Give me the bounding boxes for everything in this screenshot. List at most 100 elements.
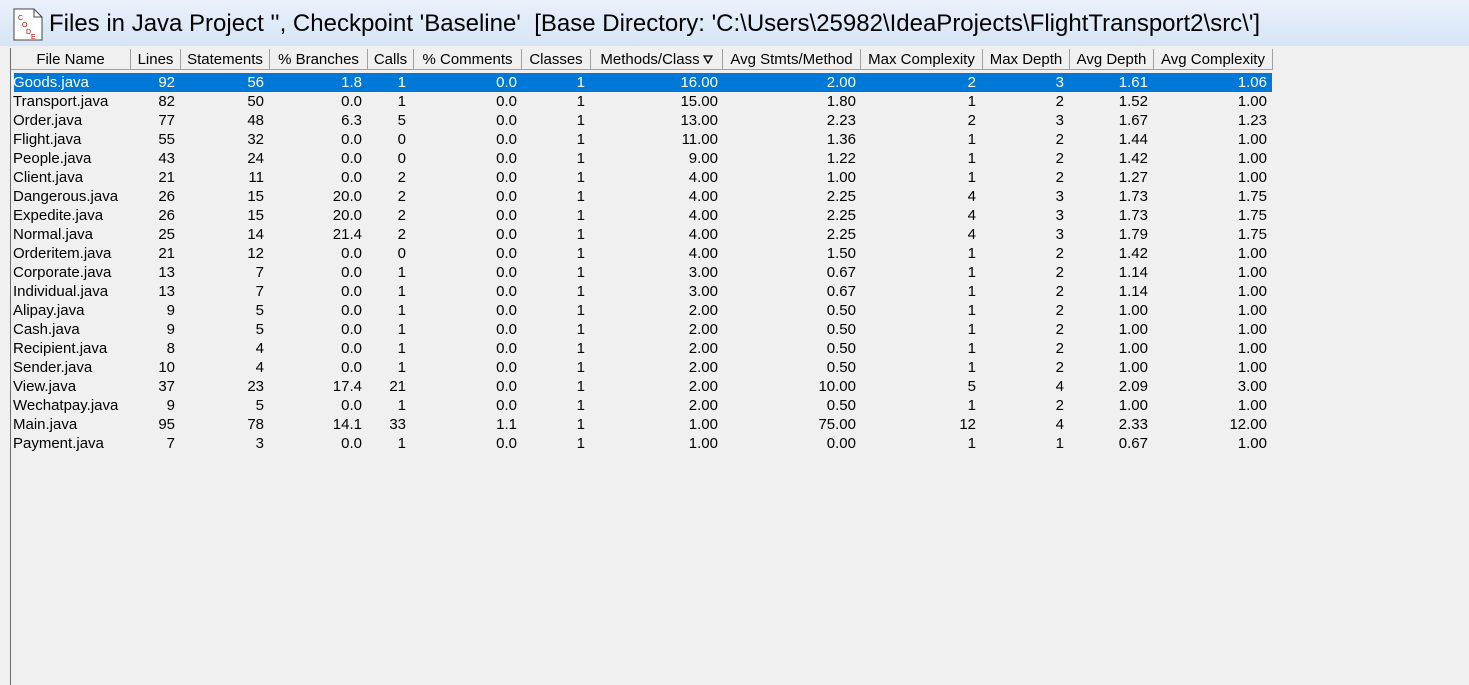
cell-methods-class: 2.00 xyxy=(688,302,718,319)
cell-file-name: Individual.java xyxy=(13,283,109,300)
cell-avg-complexity: 1.06 xyxy=(1237,74,1267,91)
cell-methods-class: 11.00 xyxy=(681,131,718,148)
cell-lines: 77 xyxy=(158,112,175,129)
column-header-avg-depth[interactable]: Avg Depth xyxy=(1070,49,1154,70)
cell-lines: 7 xyxy=(166,435,175,452)
cell-avg-stmts-method: 0.00 xyxy=(826,435,856,452)
table-row[interactable]: Recipient.java 8 4 0.0 1 0.0 1 2.00 0.50 1 2 1.00 1.… xyxy=(13,339,1272,358)
cell-file-name: Transport.java xyxy=(13,93,109,110)
table-row[interactable]: Order.java 77 48 6.3 5 0.0 1 13.00 2.23 2 3 1.67 1.2… xyxy=(13,111,1272,130)
table-row[interactable]: Main.java 95 78 14.1 33 1.1 1 1.00 75.00 12 4 2.33 1… xyxy=(13,415,1272,434)
cell-calls: 1 xyxy=(397,264,406,281)
cell-max-complexity: 1 xyxy=(967,264,976,281)
cell-methods-class: 3.00 xyxy=(688,264,718,281)
cell-avg-complexity: 1.00 xyxy=(1237,302,1267,319)
cell-methods-class: 4.00 xyxy=(688,188,718,205)
cell-pct-branches: 17.4 xyxy=(332,378,362,395)
cell-file-name: Flight.java xyxy=(13,131,82,148)
table-row[interactable]: Normal.java 25 14 21.4 2 0.0 1 4.00 2.25 4 3 1.79 1.… xyxy=(13,225,1272,244)
cell-statements: 48 xyxy=(247,112,264,129)
cell-pct-branches: 20.0 xyxy=(332,207,362,224)
table-row[interactable]: Wechatpay.java 9 5 0.0 1 0.0 1 2.00 0.50 1 2 1.00 1.… xyxy=(13,396,1272,415)
table-row[interactable]: Dangerous.java 26 15 20.0 2 0.0 1 4.00 2.25 4 3 1.7… xyxy=(13,187,1272,206)
column-header-calls[interactable]: Calls xyxy=(368,49,414,70)
column-header-max-complexity[interactable]: Max Complexity xyxy=(861,49,983,70)
table-row[interactable]: Client.java 21 11 0.0 2 0.0 1 4.00 1.00 1 2 1.27 1.0… xyxy=(13,168,1272,187)
table-row[interactable]: Goods.java 92 56 1.8 1 0.0 1 16.00 2.00 2 3 1.61 1.0… xyxy=(13,73,1272,92)
cell-classes: 1 xyxy=(576,245,585,262)
column-header-lines[interactable]: Lines xyxy=(131,49,181,70)
cell-statements: 11 xyxy=(248,169,264,186)
cell-max-depth: 2 xyxy=(1055,340,1064,357)
cell-pct-branches: 0.0 xyxy=(341,93,362,110)
cell-pct-comments: 0.0 xyxy=(496,226,517,243)
table-row[interactable]: Expedite.java 26 15 20.0 2 0.0 1 4.00 2.25 4 3 1.73… xyxy=(13,206,1272,225)
cell-avg-complexity: 1.00 xyxy=(1237,245,1267,262)
column-header-statements[interactable]: Statements xyxy=(181,49,270,70)
table-row[interactable]: Alipay.java 9 5 0.0 1 0.0 1 2.00 0.50 1 2 1.00 1.00 xyxy=(13,301,1272,320)
cell-classes: 1 xyxy=(576,397,585,414)
cell-max-depth: 2 xyxy=(1055,131,1064,148)
cell-lines: 10 xyxy=(158,359,175,376)
cell-methods-class: 4.00 xyxy=(688,226,718,243)
table-row[interactable]: Cash.java 9 5 0.0 1 0.0 1 2.00 0.50 1 2 1.00 1.00 xyxy=(13,320,1272,339)
column-header-pct-branches[interactable]: % Branches xyxy=(270,49,368,70)
cell-avg-depth: 1.73 xyxy=(1118,188,1148,205)
cell-avg-complexity: 1.00 xyxy=(1237,169,1267,186)
cell-calls: 21 xyxy=(389,378,406,395)
cell-classes: 1 xyxy=(576,188,585,205)
cell-max-depth: 2 xyxy=(1055,283,1064,300)
table-row[interactable]: Individual.java 13 7 0.0 1 0.0 1 3.00 0.67 1 2 1.14… xyxy=(13,282,1272,301)
cell-calls: 1 xyxy=(397,340,406,357)
cell-pct-branches: 0.0 xyxy=(341,169,362,186)
cell-file-name: Normal.java xyxy=(13,226,94,243)
column-header-pct-comments[interactable]: % Comments xyxy=(414,49,522,70)
table-row[interactable]: Transport.java 82 50 0.0 1 0.0 1 15.00 1.80 1 2 1.5… xyxy=(13,92,1272,111)
cell-file-name: Corporate.java xyxy=(13,264,112,281)
cell-statements: 7 xyxy=(255,264,264,281)
cell-avg-depth: 2.09 xyxy=(1118,378,1148,395)
cell-avg-depth: 0.67 xyxy=(1118,435,1148,452)
column-header-file-name[interactable]: File Name xyxy=(11,49,131,70)
column-header-avg-complexity[interactable]: Avg Complexity xyxy=(1154,49,1273,70)
cell-max-depth: 2 xyxy=(1055,245,1064,262)
table-row[interactable]: Payment.java 7 3 0.0 1 0.0 1 1.00 0.00 1 1 0.67 1.00 xyxy=(13,434,1272,453)
cell-avg-complexity: 1.75 xyxy=(1237,226,1267,243)
cell-pct-comments: 0.0 xyxy=(496,150,517,167)
cell-avg-stmts-method: 0.67 xyxy=(826,264,856,281)
table-row[interactable]: Sender.java 10 4 0.0 1 0.0 1 2.00 0.50 1 2 1.00 1.00 xyxy=(13,358,1272,377)
cell-pct-branches: 0.0 xyxy=(341,264,362,281)
cell-file-name: Goods.java xyxy=(13,74,89,91)
cell-avg-depth: 1.00 xyxy=(1118,359,1148,376)
table-row[interactable]: Corporate.java 13 7 0.0 1 0.0 1 3.00 0.67 1 2 1.14 1… xyxy=(13,263,1272,282)
table-row[interactable]: People.java 43 24 0.0 0 0.0 1 9.00 1.22 1 2 1.42 1.0… xyxy=(13,149,1272,168)
cell-max-complexity: 1 xyxy=(967,435,976,452)
cell-lines: 25 xyxy=(158,226,175,243)
column-header-avg-stmts-method[interactable]: Avg Stmts/Method xyxy=(723,49,861,70)
cell-avg-depth: 1.61 xyxy=(1118,74,1148,91)
cell-classes: 1 xyxy=(576,169,585,186)
column-header-label: % Comments xyxy=(422,51,513,68)
column-header-label: Methods/Class xyxy=(600,51,700,68)
column-header-classes[interactable]: Classes xyxy=(522,49,591,70)
cell-methods-class: 1.00 xyxy=(688,435,718,452)
cell-avg-stmts-method: 1.36 xyxy=(826,131,856,148)
column-header-methods-class[interactable]: Methods/Class xyxy=(591,49,723,70)
cell-pct-comments: 0.0 xyxy=(496,340,517,357)
cell-classes: 1 xyxy=(576,93,585,110)
cell-avg-depth: 1.00 xyxy=(1118,340,1148,357)
svg-text:E: E xyxy=(31,34,36,41)
cell-max-complexity: 1 xyxy=(967,340,976,357)
column-header-label: Statements xyxy=(187,51,263,68)
cell-avg-complexity: 1.75 xyxy=(1237,188,1267,205)
cell-max-depth: 2 xyxy=(1055,321,1064,338)
table-row[interactable]: Orderitem.java 21 12 0.0 0 0.0 1 4.00 1.50 1 2 1.42… xyxy=(13,244,1272,263)
column-header-max-depth[interactable]: Max Depth xyxy=(983,49,1070,70)
cell-avg-depth: 2.33 xyxy=(1118,416,1148,433)
cell-calls: 1 xyxy=(397,93,406,110)
table-row[interactable]: Flight.java 55 32 0.0 0 0.0 1 11.00 1.36 1 2 1.44 1.… xyxy=(13,130,1272,149)
cell-max-complexity: 2 xyxy=(967,74,976,91)
cell-avg-depth: 1.42 xyxy=(1118,150,1148,167)
cell-classes: 1 xyxy=(576,302,585,319)
table-row[interactable]: View.java 37 23 17.4 21 0.0 1 2.00 10.00 5 4 2.09 3.… xyxy=(13,377,1272,396)
